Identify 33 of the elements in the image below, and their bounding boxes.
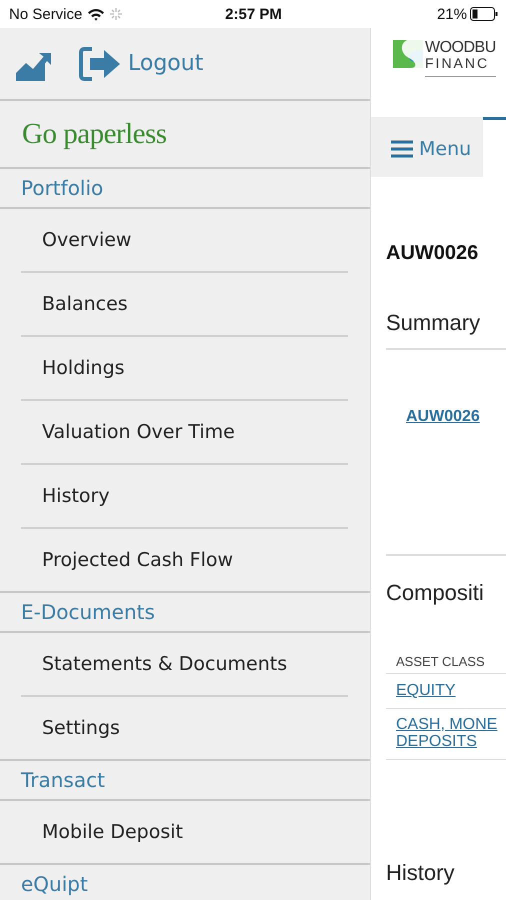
section-heading[interactable]: E-Documents bbox=[21, 600, 155, 624]
menu-item[interactable]: Balances bbox=[42, 293, 128, 315]
menu-icon bbox=[391, 140, 413, 158]
asset-class-link[interactable]: EQUITY bbox=[396, 683, 456, 700]
company-logo: WOODBU FINANC bbox=[393, 40, 496, 77]
summary-heading: Summary bbox=[386, 310, 482, 336]
menu-item[interactable]: Overview bbox=[42, 229, 132, 251]
account-link[interactable]: AUW0026 bbox=[406, 408, 480, 426]
section-heading[interactable]: Portfolio bbox=[21, 176, 104, 200]
battery-text: 21% bbox=[436, 6, 467, 22]
section-heading[interactable]: Transact bbox=[21, 768, 105, 792]
menu-item[interactable]: Mobile Deposit bbox=[42, 821, 183, 843]
menu-item[interactable]: History bbox=[42, 485, 110, 507]
menu-button[interactable]: Menu bbox=[371, 117, 483, 177]
menu-item[interactable]: Statements & Documents bbox=[42, 653, 288, 675]
go-paperless-link[interactable]: Go paperless bbox=[22, 118, 167, 150]
composition-heading: Compositi bbox=[386, 580, 485, 606]
menu-item[interactable]: Holdings bbox=[42, 357, 125, 379]
column-header: ASSET CLASS bbox=[396, 654, 485, 669]
menu-item[interactable]: Settings bbox=[42, 717, 120, 739]
account-title: AUW0026 bbox=[386, 242, 480, 265]
activity-icon bbox=[110, 8, 122, 20]
logout-icon bbox=[78, 46, 122, 82]
clock-text: 2:57 PM bbox=[225, 6, 282, 22]
logout-button[interactable]: Logout bbox=[78, 46, 204, 82]
battery-icon bbox=[470, 7, 498, 21]
menu-item[interactable]: Valuation Over Time bbox=[42, 421, 235, 443]
history-heading: History bbox=[386, 860, 456, 886]
asset-class-link[interactable]: CASH, MONE DEPOSITS bbox=[396, 717, 498, 751]
carrier-text: No Service bbox=[9, 6, 82, 22]
wifi-icon bbox=[87, 8, 106, 20]
section-heading[interactable]: eQuipt bbox=[21, 872, 88, 896]
menu-item[interactable]: Projected Cash Flow bbox=[42, 549, 234, 571]
